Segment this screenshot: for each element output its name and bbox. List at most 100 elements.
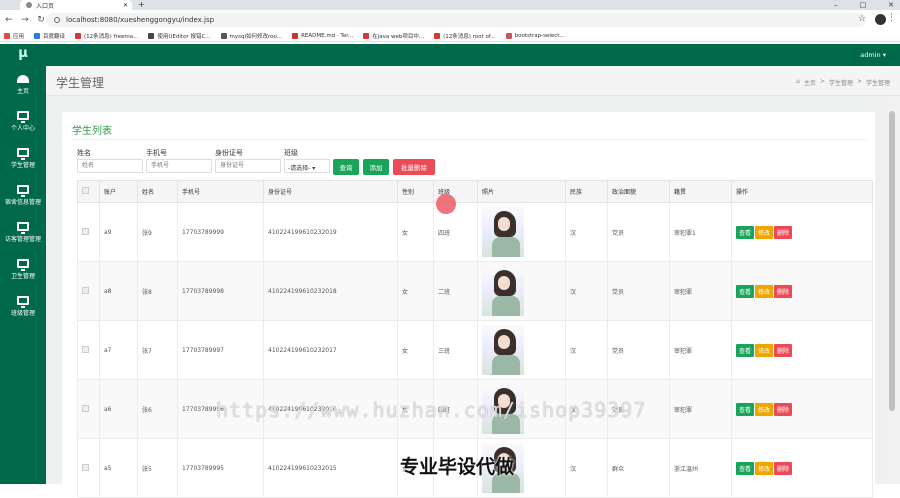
bookmark-item[interactable]: 百度翻译 xyxy=(34,32,65,40)
cell-gender: 女 xyxy=(397,261,434,321)
breadcrumb-module[interactable]: 学生管理 xyxy=(829,78,853,87)
watermark-text: https://www.huzhan.com/ishop39397 xyxy=(216,398,647,422)
cell-account: a8 xyxy=(99,261,138,321)
student-photo xyxy=(482,207,524,257)
edit-button[interactable]: 修改 xyxy=(755,284,774,298)
sidebar-item[interactable]: 个人中心 xyxy=(0,103,46,140)
bookmark-item[interactable]: 使用UEditor 报错C... xyxy=(148,32,211,40)
profile-icon[interactable] xyxy=(875,14,886,25)
column-header: 手机号 xyxy=(177,180,264,203)
bookmark-icon xyxy=(148,32,155,39)
bookmark-item[interactable]: 应用 xyxy=(4,32,24,40)
address-bar[interactable]: localhost:8080/xueshenggongyu/index.jsp xyxy=(46,13,866,27)
cell-photo xyxy=(477,202,566,262)
class-select[interactable]: -请选择- ▾ xyxy=(284,159,330,173)
view-button[interactable]: 查看 xyxy=(736,284,755,298)
star-icon[interactable]: ☆ xyxy=(858,14,866,24)
bookmark-item[interactable]: (12条消息) freema... xyxy=(75,32,138,40)
forward-icon[interactable]: → xyxy=(18,15,32,25)
delete-button[interactable]: 删除 xyxy=(774,402,793,416)
chevron-down-icon: ▾ xyxy=(312,165,316,172)
user-menu[interactable]: admin ▾ xyxy=(860,51,886,59)
cell-actions: 查看 修改 删除 xyxy=(731,320,873,380)
bookmark-label: 在java web项目中... xyxy=(372,33,425,40)
edit-button[interactable]: 修改 xyxy=(755,402,774,416)
bookmark-item[interactable]: (12条消息) root of... xyxy=(434,32,496,40)
top-navbar: admin ▾ xyxy=(46,44,900,66)
cell-origin: 审犯罪 xyxy=(669,320,732,380)
window-controls: – □ ✕ xyxy=(834,0,894,10)
cell-ethnic: 汉 xyxy=(565,438,608,498)
maximize-icon[interactable]: □ xyxy=(860,0,867,10)
photo-face xyxy=(498,335,510,349)
row-checkbox[interactable] xyxy=(82,345,89,353)
select-all-checkbox[interactable] xyxy=(82,187,89,194)
promo-caption: 专业毕设代做 xyxy=(400,456,515,478)
bookmark-label: (12条消息) root of... xyxy=(443,33,496,40)
browser-tab[interactable]: 入口页 ✕ xyxy=(20,0,132,10)
sidebar-item[interactable]: 卫生管理 xyxy=(0,251,46,288)
sidebar-item-label: 个人中心 xyxy=(10,125,35,132)
back-icon[interactable]: ← xyxy=(2,15,16,25)
search-button[interactable]: 查询 xyxy=(333,159,359,175)
bookmark-icon xyxy=(34,32,41,39)
cell-actions: 查看 修改 删除 xyxy=(731,438,873,498)
column-header: 籍贯 xyxy=(669,180,732,203)
edit-button[interactable]: 修改 xyxy=(755,225,774,239)
column-header: 性别 xyxy=(397,180,434,203)
add-button[interactable]: 添加 xyxy=(363,159,389,175)
cell-account: a7 xyxy=(99,320,138,380)
delete-button[interactable]: 删除 xyxy=(774,461,793,475)
row-checkbox[interactable] xyxy=(82,227,89,235)
minimize-icon[interactable]: – xyxy=(834,0,838,10)
sidebar-item-label: 访客管理管理 xyxy=(4,236,41,243)
scrollbar[interactable] xyxy=(886,96,900,484)
bookmark-item[interactable]: 在java web项目中... xyxy=(363,32,424,40)
edit-button[interactable]: 修改 xyxy=(755,343,774,357)
bookmark-label: README.md · Ter... xyxy=(301,32,354,39)
window-close-icon[interactable]: ✕ xyxy=(888,0,894,10)
student-photo xyxy=(482,266,524,316)
class-label: 班级 xyxy=(284,149,298,157)
new-tab-icon[interactable]: + xyxy=(138,0,145,10)
row-checkbox[interactable] xyxy=(82,404,89,412)
sidebar-item[interactable]: 学生管理 xyxy=(0,140,46,177)
cell-actions: 查看 修改 删除 xyxy=(731,261,873,321)
phone-label: 手机号 xyxy=(146,149,167,157)
row-checkbox[interactable] xyxy=(82,463,89,471)
view-button[interactable]: 查看 xyxy=(736,343,755,357)
id-number-input[interactable] xyxy=(215,159,281,173)
delete-button[interactable]: 删除 xyxy=(774,284,793,298)
cell-phone: 17703789998 xyxy=(177,261,264,321)
name-input[interactable] xyxy=(77,159,143,173)
edit-button[interactable]: 修改 xyxy=(755,461,774,475)
breadcrumb-home[interactable]: 主页 xyxy=(804,78,816,87)
bookmark-item[interactable]: mysql如何修改roo... xyxy=(220,32,282,40)
sidebar-item[interactable]: 宿舍信息管理 xyxy=(0,177,46,214)
row-checkbox[interactable] xyxy=(82,286,89,294)
bookmark-item[interactable]: bootstrap-select... xyxy=(505,32,565,39)
sidebar-item[interactable]: 访客管理管理 xyxy=(0,214,46,251)
view-button[interactable]: 查看 xyxy=(736,225,755,239)
sidebar-item[interactable]: 班级管理 xyxy=(0,288,46,325)
view-button[interactable]: 查看 xyxy=(736,402,755,416)
batch-delete-button[interactable]: 批量删除 xyxy=(393,159,435,175)
close-icon[interactable]: ✕ xyxy=(123,2,128,9)
photo-body xyxy=(492,237,520,257)
delete-button[interactable]: 删除 xyxy=(774,343,793,357)
delete-button[interactable]: 删除 xyxy=(774,225,793,239)
scrollbar-thumb[interactable] xyxy=(889,111,895,411)
cell-actions: 查看 修改 删除 xyxy=(731,202,873,262)
monitor-icon xyxy=(17,222,29,234)
name-label: 姓名 xyxy=(77,149,91,157)
phone-input[interactable] xyxy=(146,159,212,173)
sidebar-item[interactable]: 主页 xyxy=(0,66,46,103)
menu-icon[interactable]: ⋮ xyxy=(887,13,896,23)
page-header: 学生管理 ⌂ 主页 > 学生管理 > 学生管理 xyxy=(46,66,900,96)
cell-ethnic: 汉 xyxy=(565,261,608,321)
browser-navbar: ← → ↻ localhost:8080/xueshenggongyu/inde… xyxy=(0,10,900,30)
bookmark-item[interactable]: README.md · Ter... xyxy=(292,32,354,39)
cell-political: 党员 xyxy=(607,202,670,262)
view-button[interactable]: 查看 xyxy=(736,461,755,475)
url-text: localhost:8080/xueshenggongyu/index.jsp xyxy=(66,16,215,24)
